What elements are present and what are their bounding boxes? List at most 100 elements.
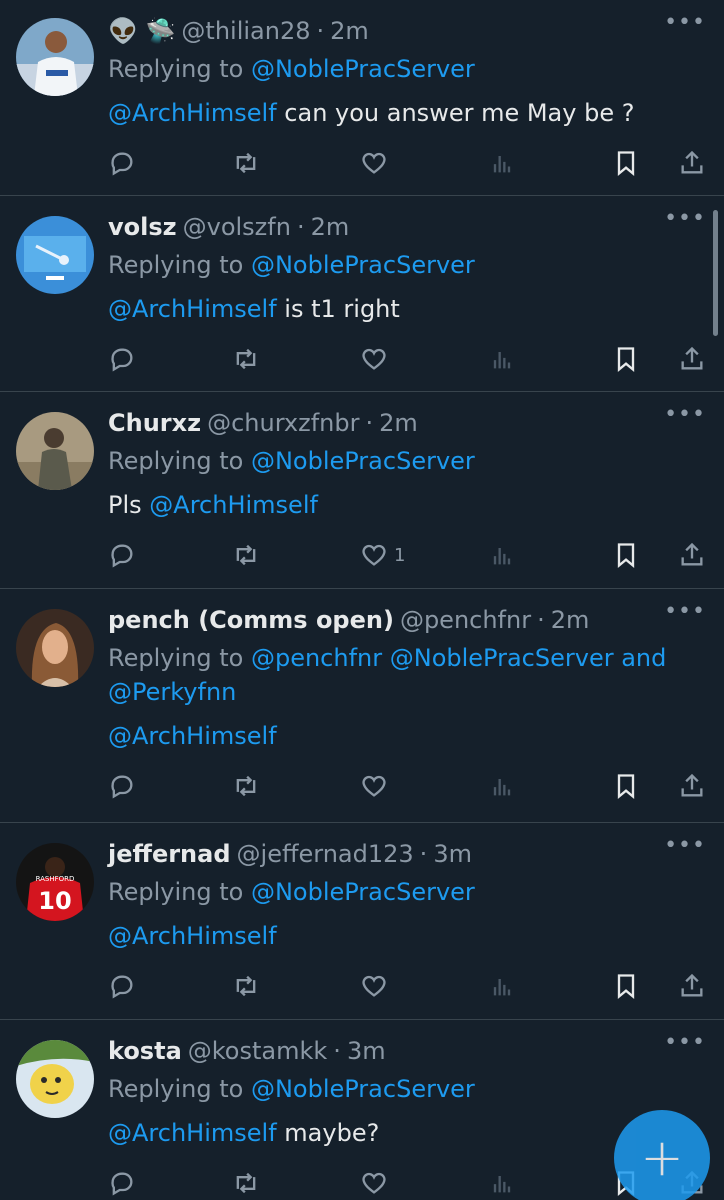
display-name[interactable]: Churxz (108, 406, 201, 440)
display-name[interactable]: pench (Comms open) (108, 603, 394, 637)
separator: · (419, 840, 428, 868)
retweet-button[interactable] (232, 344, 260, 374)
share-button[interactable] (678, 344, 706, 374)
replying-to: Replying to @NoblePracServer (108, 875, 708, 909)
retweet-button[interactable] (232, 148, 260, 178)
replying-mention[interactable]: @penchfnr (251, 644, 382, 672)
heart-icon (362, 348, 386, 370)
views-button[interactable] (488, 771, 516, 801)
tweet[interactable]: RASHFORD 10 ••• jeffernad @jeffernad123 ·… (0, 823, 724, 1020)
like-button[interactable] (360, 971, 394, 1001)
mention-link[interactable]: @ArchHimself (108, 99, 277, 127)
retweet-button[interactable] (232, 971, 260, 1001)
reply-button[interactable] (108, 344, 136, 374)
replying-mention[interactable]: @NoblePracServer (251, 447, 475, 475)
like-button[interactable] (360, 344, 394, 374)
share-button[interactable] (678, 148, 706, 178)
action-bar (108, 953, 708, 1027)
bookmark-button[interactable] (612, 344, 640, 374)
display-name[interactable]: jeffernad (108, 837, 231, 871)
replying-mention[interactable]: @NoblePracServer (390, 644, 614, 672)
mention-link[interactable]: @ArchHimself (108, 922, 277, 950)
retweet-icon (236, 348, 256, 370)
tweet[interactable]: ••• 👽 🛸 @thilian28 · 2m Replying to @Nob… (0, 0, 724, 196)
tweet-body: maybe? (284, 1119, 380, 1147)
more-options-button[interactable]: ••• (664, 601, 706, 623)
replying-mention[interactable]: @NoblePracServer (251, 55, 475, 83)
bookmark-icon (617, 347, 635, 372)
replying-mention[interactable]: @NoblePracServer (251, 878, 475, 906)
reply-button[interactable] (108, 971, 136, 1001)
compose-button[interactable]: + (614, 1110, 710, 1200)
tweet[interactable]: ••• volsz @volszfn · 2m Replying to @Nob… (0, 196, 724, 392)
bookmark-button[interactable] (612, 771, 640, 801)
replying-mention[interactable]: @NoblePracServer (251, 1075, 475, 1103)
user-handle[interactable]: @volszfn (183, 210, 291, 244)
user-handle[interactable]: @thilian28 (181, 14, 310, 48)
tweet[interactable]: ••• Churxz @churxzfnbr · 2m Replying to … (0, 392, 724, 589)
user-handle[interactable]: @kostamkk (188, 1034, 328, 1068)
avatar[interactable]: RASHFORD 10 (16, 843, 94, 921)
more-options-button[interactable]: ••• (664, 12, 706, 34)
like-button[interactable] (360, 1168, 394, 1198)
user-handle[interactable]: @churxzfnbr (207, 406, 359, 440)
reply-button[interactable] (108, 771, 136, 801)
user-handle[interactable]: @jeffernad123 (237, 837, 414, 871)
like-button[interactable]: 1 (360, 540, 405, 570)
tweet[interactable]: ••• pench (Comms open) @penchfnr · 2m Re… (0, 589, 724, 823)
replying-mention[interactable]: @NoblePracServer (251, 251, 475, 279)
reply-button[interactable] (108, 540, 136, 570)
mention-link[interactable]: @ArchHimself (149, 491, 318, 519)
reply-button[interactable] (108, 1168, 136, 1198)
replying-label: Replying to (108, 644, 244, 672)
scrollbar[interactable] (713, 210, 718, 336)
timestamp[interactable]: 2m (330, 14, 369, 48)
avatar[interactable] (16, 216, 94, 294)
more-options-button[interactable]: ••• (664, 1032, 706, 1054)
avatar-caption: RASHFORD (36, 875, 75, 883)
timestamp[interactable]: 3m (433, 837, 472, 871)
display-name[interactable]: volsz (108, 210, 177, 244)
retweet-button[interactable] (232, 540, 260, 570)
views-button[interactable] (488, 971, 516, 1001)
views-button[interactable] (488, 1168, 516, 1198)
avatar[interactable] (16, 609, 94, 687)
share-button[interactable] (678, 540, 706, 570)
more-options-button[interactable]: ••• (664, 835, 706, 857)
timestamp[interactable]: 3m (347, 1034, 386, 1068)
views-button[interactable] (488, 344, 516, 374)
share-button[interactable] (678, 771, 706, 801)
views-button[interactable] (488, 148, 516, 178)
heart-icon (362, 152, 386, 174)
like-button[interactable] (360, 771, 394, 801)
timestamp[interactable]: 2m (551, 603, 590, 637)
timestamp[interactable]: 2m (311, 210, 350, 244)
reply-button[interactable] (108, 148, 136, 178)
like-button[interactable] (360, 148, 394, 178)
bookmark-icon (617, 151, 635, 176)
mention-link[interactable]: @ArchHimself (108, 722, 277, 750)
mention-link[interactable]: @ArchHimself (108, 295, 277, 323)
user-handle[interactable]: @penchfnr (400, 603, 531, 637)
avatar[interactable] (16, 412, 94, 490)
bookmark-button[interactable] (612, 971, 640, 1001)
timestamp[interactable]: 2m (379, 406, 418, 440)
replying-mention[interactable]: @Perkyfnn (108, 678, 236, 706)
tweet[interactable]: ••• kosta @kostamkk · 3m Replying to @No… (0, 1020, 724, 1200)
more-options-button[interactable]: ••• (664, 208, 706, 230)
display-name[interactable]: kosta (108, 1034, 182, 1068)
more-options-button[interactable]: ••• (664, 404, 706, 426)
reply-feed: ••• 👽 🛸 @thilian28 · 2m Replying to @Nob… (0, 0, 724, 1200)
replying-label: Replying to (108, 878, 244, 906)
retweet-button[interactable] (232, 1168, 260, 1198)
bookmark-button[interactable] (612, 540, 640, 570)
avatar[interactable] (16, 18, 94, 96)
views-button[interactable] (488, 540, 516, 570)
mention-link[interactable]: @ArchHimself (108, 1119, 277, 1147)
avatar[interactable] (16, 1040, 94, 1118)
retweet-button[interactable] (232, 771, 260, 801)
retweet-icon (236, 152, 256, 174)
reply-icon (111, 152, 133, 176)
bookmark-button[interactable] (612, 148, 640, 178)
share-button[interactable] (678, 971, 706, 1001)
